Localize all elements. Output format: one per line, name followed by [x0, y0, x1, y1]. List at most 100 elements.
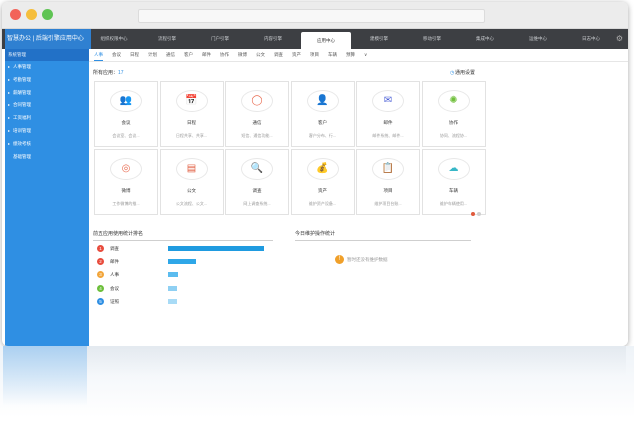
app-tab[interactable]: ∨	[364, 49, 367, 61]
app-card[interactable]: 📋 项目 维护项目台账...	[356, 149, 420, 215]
app-card[interactable]: ✉ 邮件 邮件系统、邮件...	[356, 81, 420, 147]
app-card-desc: 邮件系统、邮件...	[372, 133, 404, 138]
app-tab[interactable]: 公文	[256, 49, 265, 61]
app-tab[interactable]: 邮件	[202, 49, 211, 61]
sidebar-item[interactable]: ▸ 人事管理	[5, 61, 89, 74]
rank-bar	[168, 298, 177, 304]
app-card-desc: 协同、流程协...	[439, 133, 468, 138]
rank-bar	[168, 272, 178, 278]
minimize-window-button[interactable]	[26, 9, 37, 20]
app-card[interactable]: 🔍 调查 网上调查系统...	[225, 149, 289, 215]
app-tab[interactable]: 计划	[148, 49, 157, 61]
app-card-desc: 维护车辆使用...	[439, 201, 468, 206]
pager-dot[interactable]	[477, 212, 481, 216]
app-card-desc: 会议室、会议...	[112, 133, 140, 138]
app-tab[interactable]: 会议	[112, 49, 121, 61]
general-settings-link[interactable]: ◷通用设置	[450, 69, 475, 76]
sidebar: 系统管理 ▸ 人事管理 ▸ 考勤管理 ▸ 薪酬管理 ▸ 合同管理 ▸ 工资福利 ▸ 培训管理 ▸ 绩效考核…	[5, 49, 89, 346]
rank-badge: 2	[97, 258, 104, 266]
app-card[interactable]: 👤 客户 客户分布、行...	[290, 81, 355, 147]
app-card-name: 客户	[318, 120, 327, 125]
app-card[interactable]: ☁ 车辆 维护车辆使用...	[421, 149, 486, 215]
app-tab[interactable]: 协作	[220, 49, 229, 61]
top-nav-item[interactable]: 集成中心	[460, 29, 510, 49]
document-icon: ▤	[175, 158, 208, 180]
top-nav-item[interactable]: 组织权限中心	[89, 29, 139, 49]
app-tab[interactable]: 客户	[184, 49, 193, 61]
sidebar-item-label: 基础管理	[13, 153, 31, 159]
content-reflection	[87, 346, 626, 376]
app-card-desc: 短信、通信功能...	[241, 133, 273, 138]
mail-icon: ✉	[372, 90, 404, 112]
maximize-window-button[interactable]	[42, 9, 53, 20]
sidebar-item[interactable]: ▸ 合同管理	[5, 99, 89, 112]
app-tab[interactable]: 微博	[238, 49, 247, 61]
app-tab[interactable]: 调查	[274, 49, 283, 61]
close-window-button[interactable]	[10, 9, 21, 20]
app-card-desc: 日程共享、共享...	[175, 133, 208, 138]
top-nav-item[interactable]: 内容引擎	[248, 29, 298, 49]
sidebar-item[interactable]: ▸ 绩效考核	[5, 138, 89, 151]
ranking-row: 4 会议	[93, 284, 273, 293]
ranking-row: 5 证照	[93, 297, 273, 306]
weibo-icon: ◎	[110, 158, 142, 180]
app-tab[interactable]: 日程	[130, 49, 139, 61]
app-card[interactable]: 👥 会议 会议室、会议...	[94, 81, 158, 147]
app-card-name: 车辆	[449, 188, 458, 193]
address-bar[interactable]	[138, 9, 485, 23]
app-card-desc: 维护资产设备...	[308, 201, 337, 206]
rank-badge: 5	[97, 297, 104, 305]
app-tab[interactable]: 通信	[166, 49, 175, 61]
top-nav-item[interactable]: 运维中心	[513, 29, 563, 49]
sidebar-menu: ▸ 人事管理 ▸ 考勤管理 ▸ 薪酬管理 ▸ 合同管理 ▸ 工资福利 ▸ 培训管理 ▸ 绩效考核基础管理	[5, 61, 89, 163]
sidebar-item-label: 工资福利	[13, 115, 31, 121]
sidebar-item[interactable]: 基础管理	[5, 151, 89, 164]
app-tab[interactable]: 车辆	[328, 49, 337, 61]
sidebar-item[interactable]: ▸ 考勤管理	[5, 74, 89, 87]
app-card[interactable]: 📅 日程 日程共享、共享...	[159, 81, 224, 147]
assets-icon: 💰	[306, 158, 339, 180]
app-card-name: 公文	[187, 188, 196, 193]
app-tab[interactable]: 预算	[346, 49, 355, 61]
app-card-name: 微博	[121, 188, 131, 193]
app-card-name: 调查	[252, 188, 262, 193]
app-card[interactable]: ◯ 通信 短信、通信功能...	[225, 81, 289, 147]
project-icon: 📋	[372, 158, 404, 180]
rank-app-name: 人事	[110, 272, 119, 278]
tabs-divider	[89, 61, 628, 62]
top-nav-item[interactable]: 移动引擎	[407, 29, 457, 49]
window-reflection	[0, 346, 634, 448]
browser-window: 智慧办公 | 后端引擎应用中心 组织权限中心 流程引擎 门户引擎 内容引擎 应用中心 建模…	[2, 2, 628, 346]
top-nav-item[interactable]: 日志中心	[566, 29, 616, 49]
app-card-grid: 👥 会议 会议室、会议... 📅 日程 日程共享、共享... ◯ 通信 短信、通信功能... 👤 客…	[94, 81, 489, 216]
top-nav-item[interactable]: 应用中心	[301, 32, 351, 49]
app-tab[interactable]: 资产	[292, 49, 301, 61]
app-card[interactable]: ✺ 协作 协同、流程协...	[421, 81, 486, 147]
sidebar-section-title: 系统管理	[5, 49, 89, 61]
top-nav-item[interactable]: 流程引擎	[142, 29, 192, 49]
rank-badge: 3	[97, 271, 104, 279]
app-card[interactable]: ▤ 公文 公文流程、公文...	[159, 149, 224, 215]
pager-dot[interactable]	[471, 212, 475, 216]
app-tab[interactable]: 人事	[94, 49, 103, 61]
app-card[interactable]: ◎ 微博工作微博的推...	[94, 149, 158, 215]
app-tab[interactable]: 项目	[310, 49, 319, 61]
top-nav-item[interactable]: 建模引擎	[354, 29, 404, 49]
rank-bar	[168, 285, 177, 291]
app-card-name: 资产	[318, 188, 327, 193]
app-card[interactable]: 💰 资产维护资产设备...	[290, 149, 355, 215]
rank-app-name: 调查	[110, 246, 119, 251]
sidebar-item[interactable]: ▸ 薪酬管理	[5, 87, 89, 100]
rank-app-name: 邮件	[110, 259, 119, 265]
gear-icon[interactable]: ⚙	[615, 34, 624, 43]
sidebar-item[interactable]: ▸ 工资福利	[5, 112, 89, 125]
ops-empty-text: 暂时还没有维护数据	[347, 257, 388, 262]
app-card-name: 日程	[187, 120, 196, 125]
app-tabs: 人事 会议 日程 计划 通信 客户 邮件 协作 微博 公文 调查 资产 项目 车辆 预算 ∨	[94, 49, 376, 61]
general-settings-label: 通用设置	[455, 70, 476, 76]
apps-count-number: 17	[118, 70, 124, 76]
apps-count-label: 所有应用：	[93, 70, 119, 76]
top-nav-item[interactable]: 门户引擎	[195, 29, 245, 49]
app-card-desc: 工作微博的推...	[112, 201, 140, 206]
sidebar-item[interactable]: ▸ 培训管理	[5, 125, 89, 138]
